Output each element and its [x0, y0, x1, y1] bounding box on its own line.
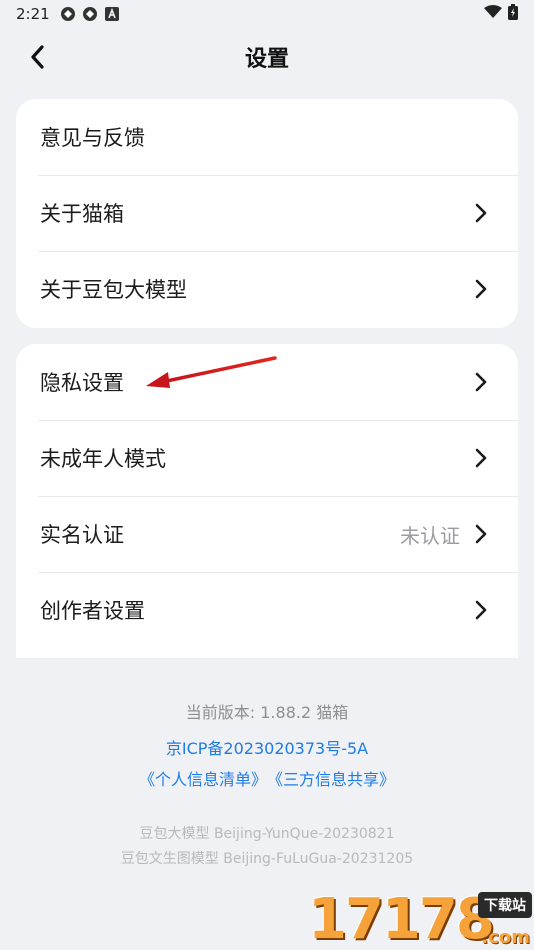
auth-status-value: 未认证	[400, 523, 460, 548]
chevron-right-icon	[474, 278, 488, 300]
chevron-right-icon	[474, 523, 488, 545]
row-real-name-auth[interactable]: 实名认证 未认证	[16, 496, 518, 572]
policy-links: 《个人信息清单》 《三方信息共享》	[0, 766, 534, 790]
watermark-logo: 17178 下载站 .com	[308, 888, 534, 950]
back-button[interactable]	[20, 40, 54, 74]
wifi-icon	[484, 5, 502, 23]
chevron-right-icon	[474, 447, 488, 469]
chevron-right-icon	[474, 202, 488, 224]
version-text: 当前版本: 1.88.2 猫箱	[185, 703, 349, 722]
settings-group-general: 意见与反馈 关于猫箱 关于豆包大模型	[16, 99, 518, 328]
row-label: 未成年人模式	[40, 447, 166, 471]
watermark-badge: 下载站	[478, 892, 532, 918]
row-label: 创作者设置	[40, 599, 145, 623]
page-title: 设置	[244, 47, 289, 72]
watermark-digits: 17178	[308, 887, 495, 950]
row-label: 关于猫箱	[40, 202, 124, 226]
annotation-arrow-icon	[146, 356, 277, 388]
keyboard-notification-icon	[104, 6, 120, 22]
personal-info-list-link[interactable]: 《个人信息清单》	[139, 766, 267, 790]
row-creator-settings[interactable]: 创作者设置	[16, 572, 518, 648]
status-bar: 2:21	[0, 0, 534, 28]
row-about-doubao-model[interactable]: 关于豆包大模型	[16, 251, 518, 327]
header: 设置	[0, 28, 534, 86]
row-about-maoxiang[interactable]: 关于猫箱	[16, 175, 518, 251]
row-label: 意见与反馈	[40, 126, 145, 150]
app-notification-icon	[82, 6, 98, 22]
chevron-right-icon	[474, 599, 488, 621]
app-notification-icon	[60, 6, 76, 22]
row-label: 实名认证	[40, 523, 124, 547]
battery-icon	[508, 4, 518, 24]
model-registration-1: 豆包大模型 Beijing-YunQue-20230821	[139, 826, 395, 842]
row-minor-mode[interactable]: 未成年人模式	[16, 420, 518, 496]
model-registration-2: 豆包文生图模型 Beijing-FuLuGua-20231205	[120, 851, 414, 867]
status-time: 2:21	[16, 5, 50, 23]
row-label: 关于豆包大模型	[40, 278, 187, 302]
row-feedback[interactable]: 意见与反馈	[16, 99, 518, 175]
chevron-right-icon	[474, 371, 488, 393]
third-party-sharing-link[interactable]: 《三方信息共享》	[267, 766, 395, 790]
icp-link[interactable]: 京ICP备2023020373号-5A	[0, 735, 534, 759]
watermark-domain: .com	[481, 927, 530, 948]
chevron-left-icon	[31, 45, 44, 69]
